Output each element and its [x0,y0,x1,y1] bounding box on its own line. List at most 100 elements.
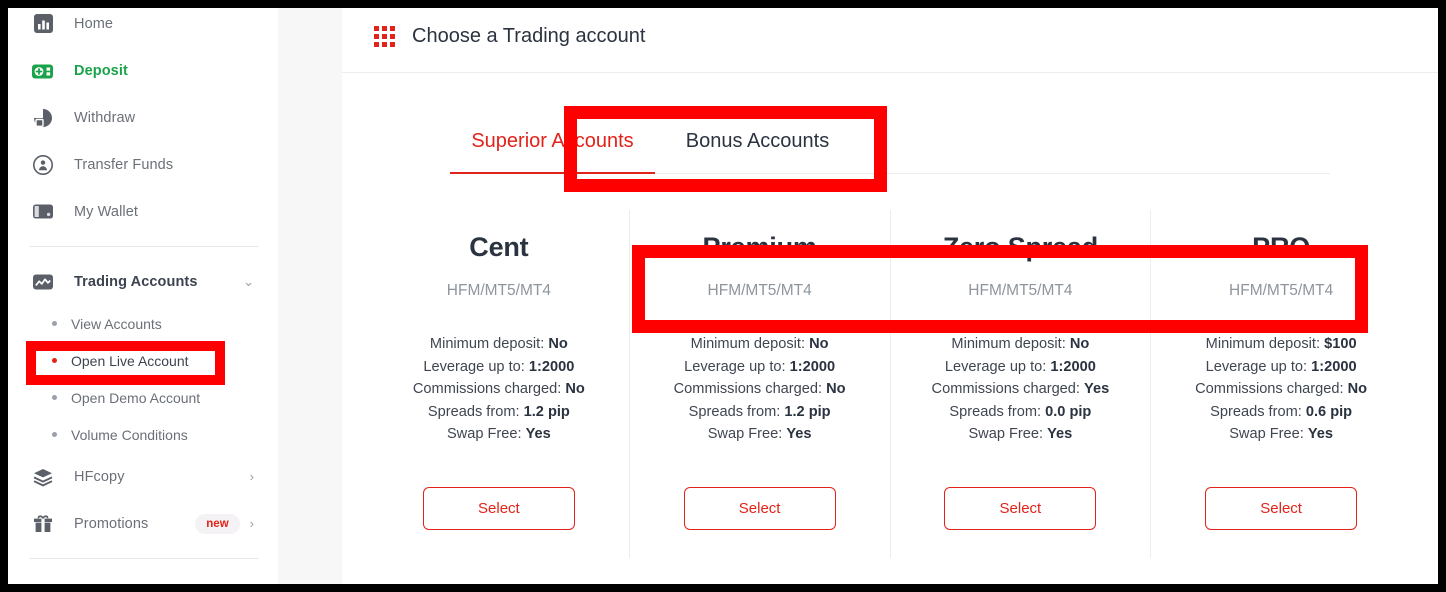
bullet-icon [52,321,57,326]
sidebar-item-withdraw[interactable]: Withdraw [8,94,278,141]
spec-label: Minimum deposit: [951,336,1070,352]
spec-value: Yes [1084,381,1110,397]
withdraw-icon [30,107,56,129]
spec-leverage: Leverage up to: 1:2000 [638,356,882,379]
chevron-down-icon[interactable]: ⌄ [243,275,254,288]
spec-spreads: Spreads from: 0.6 pip [1159,401,1403,424]
select-button-pro[interactable]: Select [1205,486,1358,530]
account-specs: Minimum deposit: No Leverage up to: 1:20… [377,333,621,446]
spec-value: No [548,336,568,352]
spec-spreads: Spreads from: 0.0 pip [899,401,1143,424]
spec-minimum-deposit: Minimum deposit: $100 [1159,333,1403,356]
spec-minimum-deposit: Minimum deposit: No [377,333,621,356]
bar-chart-icon [30,13,56,35]
spec-label: Leverage up to: [684,358,790,375]
tab-bonus-accounts[interactable]: Bonus Accounts [655,109,860,173]
select-button-zero-spread[interactable]: Select [944,486,1097,530]
spec-label: Leverage up to: [423,358,529,375]
spec-value: 0.6 pip [1305,403,1353,420]
page-title: Choose a Trading account [412,24,646,47]
tab-label: Superior Accounts [471,130,634,152]
sidebar-divider [30,246,258,247]
spec-value: Yes [525,426,551,442]
spec-value: 1:2000 [1050,358,1096,375]
main-header: Choose a Trading account [342,8,1438,73]
account-specs: Minimum deposit: No Leverage up to: 1:20… [638,333,882,446]
account-cards: Cent HFM/MT5/MT4 Minimum deposit: No Lev… [369,210,1411,558]
sidebar-subitem-volume-conditions[interactable]: Volume Conditions [8,416,278,453]
sidebar-item-label: Promotions [74,515,149,532]
tab-superior-accounts[interactable]: Superior Accounts [450,109,655,174]
sidebar-item-deposit[interactable]: Deposit [8,47,278,94]
spec-leverage: Leverage up to: 1:2000 [377,356,621,379]
spec-commissions: Commissions charged: Yes [899,378,1143,401]
sidebar-subitem-view-accounts[interactable]: View Accounts [8,305,278,342]
spec-value: 0.0 pip [1045,403,1092,420]
account-name: Cent [469,232,529,262]
spec-label: Spreads from: [427,403,524,420]
sidebar-item-my-wallet[interactable]: My Wallet [8,188,278,235]
grid-apps-icon [374,25,395,47]
account-card-cent: Cent HFM/MT5/MT4 Minimum deposit: No Lev… [369,210,629,558]
spec-label: Minimum deposit: [1205,336,1325,352]
bullet-icon [52,358,57,363]
spec-label: Swap Free: [1229,426,1308,442]
spec-label: Commissions charged: [1195,381,1348,397]
spec-swap-free: Swap Free: Yes [377,423,621,446]
select-button-cent[interactable]: Select [422,486,575,530]
spec-value: 1.2 pip [523,403,570,420]
account-platform: HFM/MT5/MT4 [707,282,812,299]
spec-value: No [1347,381,1368,397]
spec-value: No [565,381,585,397]
sidebar-subitem-label: Volume Conditions [71,426,188,443]
sidebar-item-trading-accounts[interactable]: Trading Accounts ⌄ [8,258,278,305]
spec-label: Spreads from: [949,403,1046,420]
account-name: Zero Spread [942,232,1099,262]
bullet-icon [52,432,57,437]
spec-minimum-deposit: Minimum deposit: No [899,333,1143,356]
sidebar-divider-bottom [30,558,258,559]
sidebar-item-promotions[interactable]: Promotions new › [8,500,278,547]
sidebar-item-label: Home [74,15,114,32]
account-specs: Minimum deposit: $100 Leverage up to: 1:… [1159,333,1403,446]
account-specs: Minimum deposit: No Leverage up to: 1:20… [899,333,1143,446]
app-screen: Home Deposit Withdraw Transfer Funds My … [8,8,1438,584]
select-button-premium[interactable]: Select [683,486,836,530]
account-platform: HFM/MT5/MT4 [968,282,1073,299]
spec-swap-free: Swap Free: Yes [899,423,1143,446]
spec-value: 1:2000 [1311,358,1357,375]
spec-value: No [1069,336,1090,352]
sidebar-item-hfcopy[interactable]: HFcopy › [8,453,278,500]
account-card-pro: PRO HFM/MT5/MT4 Minimum deposit: $100 Le… [1150,210,1411,558]
spec-label: Commissions charged: [412,381,566,397]
spec-value: Yes [1047,426,1073,442]
sidebar-item-label: Transfer Funds [74,156,174,173]
trading-accounts-icon [30,271,56,293]
spec-swap-free: Swap Free: Yes [638,423,882,446]
spec-label: Minimum deposit: [690,336,810,352]
sidebar-item-home[interactable]: Home [8,8,278,47]
sidebar-subitem-open-live-account[interactable]: Open Live Account [8,342,278,379]
chevron-right-icon[interactable]: › [250,470,254,483]
sidebar-subitem-label: Open Demo Account [71,389,201,406]
sidebar-item-label: HFcopy [74,468,125,485]
sidebar-subitem-open-demo-account[interactable]: Open Demo Account [8,379,278,416]
spec-label: Commissions charged: [931,381,1085,397]
sidebar-item-transfer-funds[interactable]: Transfer Funds [8,141,278,188]
tab-label: Bonus Accounts [685,130,830,152]
spec-value: 1.2 pip [784,403,831,420]
spec-minimum-deposit: Minimum deposit: No [638,333,882,356]
wallet-icon [30,201,56,223]
spec-label: Minimum deposit: [429,336,549,352]
bullet-icon [52,395,57,400]
spec-value: No [826,381,846,397]
sidebar-subitem-label: View Accounts [71,315,162,332]
spec-commissions: Commissions charged: No [1159,378,1403,401]
spec-value: $100 [1324,336,1357,352]
gift-icon [30,513,56,535]
sidebar-item-label: Deposit [74,62,128,79]
account-card-zero-spread: Zero Spread HFM/MT5/MT4 Minimum deposit:… [889,210,1151,558]
spec-value: Yes [786,426,812,442]
chevron-right-icon[interactable]: › [250,517,254,530]
spec-value: 1:2000 [528,358,575,375]
